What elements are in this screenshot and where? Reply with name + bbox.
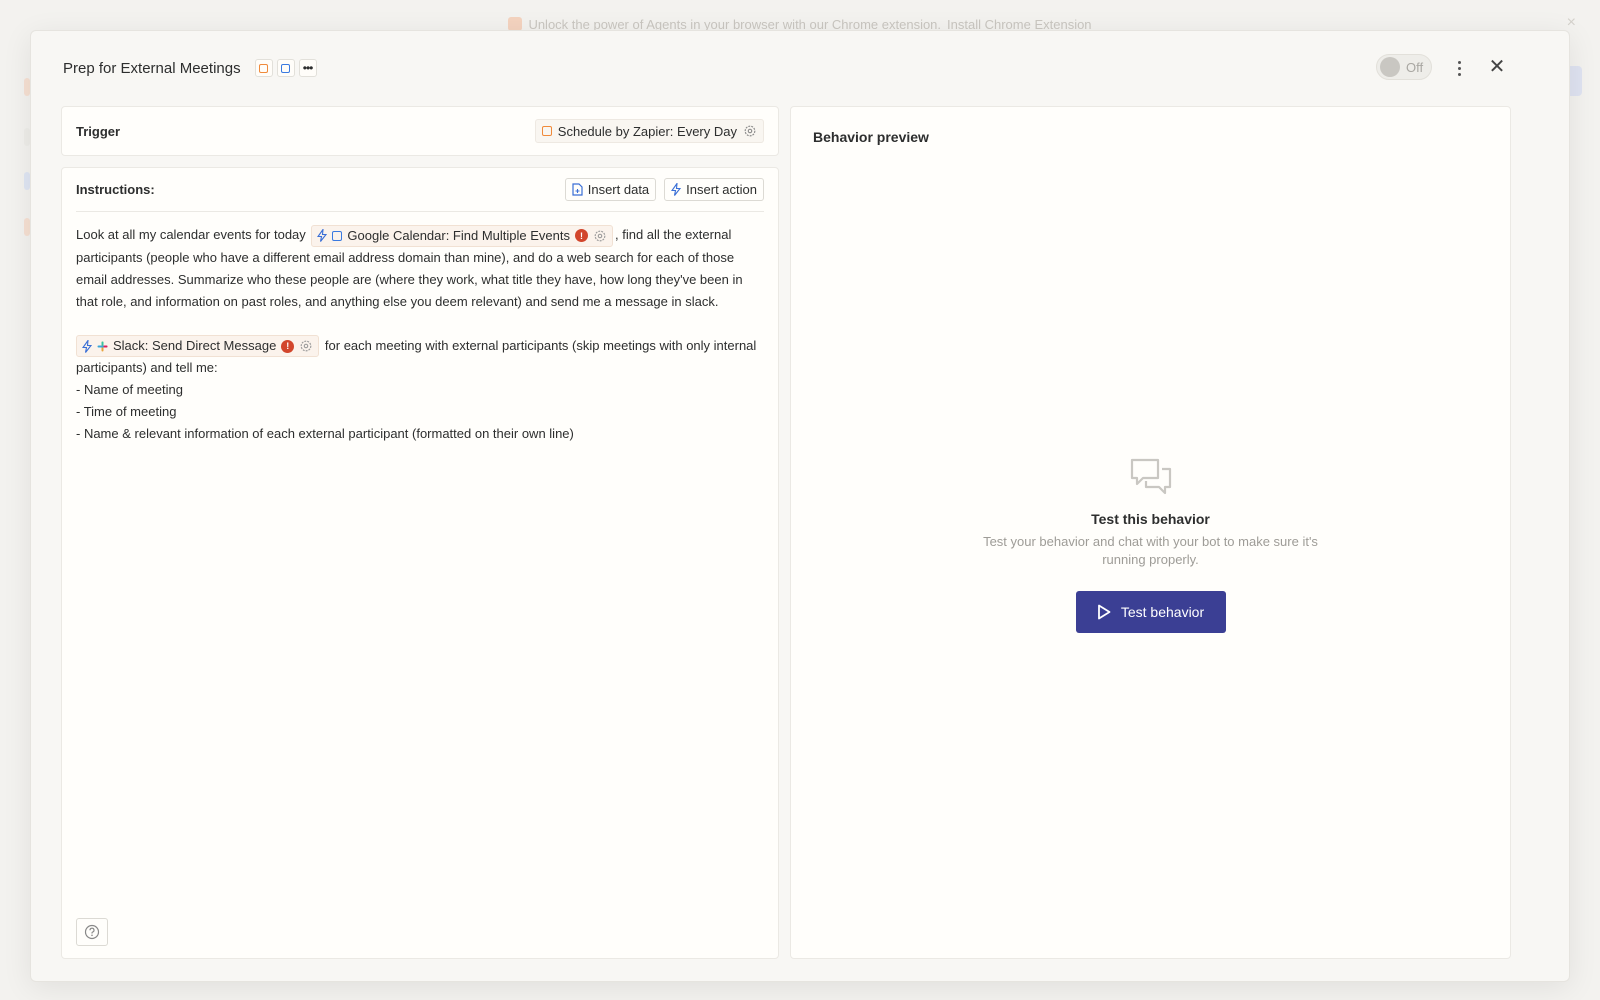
calendar-chip-label: Google Calendar: Find Multiple Events <box>347 227 570 243</box>
zapier-logo-icon <box>508 17 523 31</box>
schedule-app-icon <box>254 59 273 77</box>
instruction-paragraph-1: Look at all my calendar events for today… <box>76 224 764 313</box>
gear-icon[interactable] <box>743 124 757 138</box>
insert-data-button[interactable]: Insert data <box>564 178 657 201</box>
banner-close-icon[interactable]: × <box>1567 14 1576 32</box>
help-icon <box>84 924 100 940</box>
trigger-panel: Trigger Schedule by Zapier: Every Day <box>61 106 779 156</box>
google-calendar-app-icon <box>276 59 295 77</box>
more-options-icon[interactable] <box>1449 57 1469 79</box>
insert-data-label: Insert data <box>587 182 650 197</box>
preview-title: Behavior preview <box>813 129 929 145</box>
instruction-paragraph-2: Slack: Send Direct Message ! for each me… <box>76 335 764 380</box>
more-apps-icon[interactable]: ••• <box>298 59 317 77</box>
behavior-toggle[interactable]: Off <box>1376 54 1432 80</box>
gear-icon[interactable] <box>593 229 607 243</box>
schedule-trigger-chip[interactable]: Schedule by Zapier: Every Day <box>534 119 764 143</box>
test-behavior-label: Test behavior <box>1120 604 1205 620</box>
instructions-header: Instructions: Insert data Insert action <box>76 168 764 212</box>
list-item: - Time of meeting <box>76 404 177 420</box>
instructions-editor[interactable]: Look at all my calendar events for today… <box>76 212 764 445</box>
test-behavior-button[interactable]: Test behavior <box>1075 591 1226 633</box>
toggle-knob <box>1380 57 1400 77</box>
behavior-modal: Prep for External Meetings ••• Off ✕ Tri… <box>30 30 1570 982</box>
google-calendar-action-chip[interactable]: Google Calendar: Find Multiple Events ! <box>311 224 613 247</box>
trigger-label: Trigger <box>76 123 121 139</box>
background-sidebar <box>0 48 30 1000</box>
instruction-text: Look at all my calendar events for today <box>76 227 306 242</box>
google-calendar-icon <box>332 230 343 241</box>
list-item: - Name of meeting <box>76 382 183 398</box>
empty-state-description: Test your behavior and chat with your bo… <box>983 534 1318 567</box>
lightning-icon <box>82 339 92 353</box>
empty-state: Test this behavior Test your behavior an… <box>791 457 1510 633</box>
slack-icon <box>97 341 108 352</box>
gear-icon[interactable] <box>299 339 313 353</box>
warning-icon: ! <box>281 339 295 353</box>
document-icon <box>572 183 583 196</box>
slack-action-chip[interactable]: Slack: Send Direct Message ! <box>76 335 320 358</box>
lightning-icon <box>671 183 682 196</box>
schedule-chip-label: Schedule by Zapier: Every Day <box>557 123 737 139</box>
insert-action-button[interactable]: Insert action <box>664 178 764 201</box>
modal-header: Prep for External Meetings ••• <box>31 31 1569 105</box>
warning-icon: ! <box>574 229 588 243</box>
list-item: - Name & relevant information of each ex… <box>76 426 574 442</box>
slack-chip-label: Slack: Send Direct Message <box>113 338 277 354</box>
behavior-preview-panel: Behavior preview Test this behavior Test… <box>790 106 1511 959</box>
play-icon <box>1097 604 1111 620</box>
insert-action-label: Insert action <box>686 182 757 197</box>
behavior-title[interactable]: Prep for External Meetings <box>63 60 241 77</box>
lightning-icon <box>317 229 328 242</box>
schedule-icon <box>541 126 552 136</box>
help-button[interactable] <box>76 918 108 946</box>
toggle-label: Off <box>1406 59 1424 75</box>
close-icon[interactable]: ✕ <box>1485 55 1509 79</box>
instructions-panel: Instructions: Insert data Insert action … <box>61 167 779 959</box>
instructions-label: Instructions: <box>76 182 155 197</box>
empty-state-title: Test this behavior <box>1091 511 1210 527</box>
chat-bubbles-icon <box>1130 458 1171 495</box>
